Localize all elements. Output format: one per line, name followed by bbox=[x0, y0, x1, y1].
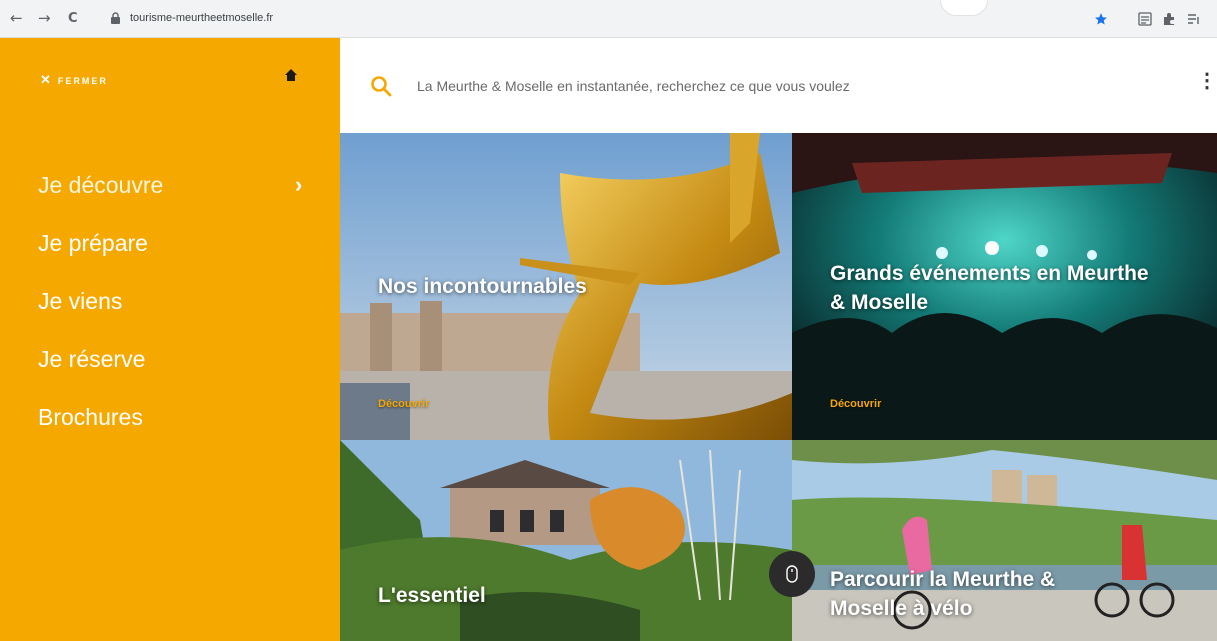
tile-title: Nos incontournables bbox=[378, 275, 587, 298]
menu-item-je-decouvre[interactable]: Je découvre bbox=[38, 156, 163, 214]
tile-parcourir-a-velo[interactable]: Parcourir la Meurthe & Moselle à vélo bbox=[792, 440, 1217, 641]
menu-item-je-reserve[interactable]: Je réserve bbox=[38, 330, 163, 388]
star-icon[interactable] bbox=[1094, 12, 1108, 26]
mouse-scroll-icon bbox=[786, 565, 798, 583]
tile-title: Parcourir la Meurthe & Moselle à vélo bbox=[830, 568, 1056, 620]
discover-link[interactable]: Découvrir bbox=[830, 398, 881, 410]
main-menu: Je découvre Je prépare Je viens Je réser… bbox=[38, 156, 163, 446]
menu-item-brochures[interactable]: Brochures bbox=[38, 388, 163, 446]
search-input[interactable] bbox=[417, 75, 1117, 97]
menu-item-je-viens[interactable]: Je viens bbox=[38, 272, 163, 330]
tile-title: Grands événements en Meurthe & Moselle bbox=[830, 262, 1149, 314]
menu-item-je-prepare[interactable]: Je prépare bbox=[38, 214, 163, 272]
reader-icon[interactable] bbox=[1138, 12, 1152, 26]
address-bar[interactable]: tourisme-meurtheetmoselle.fr bbox=[103, 6, 948, 32]
lock-icon bbox=[111, 12, 120, 24]
tile-grands-evenements[interactable]: Grands événements en Meurthe & Moselle D… bbox=[792, 133, 1217, 440]
address-url: tourisme-meurtheetmoselle.fr bbox=[130, 12, 274, 24]
side-menu: ✕ FERMER Je découvre Je prépare Je viens … bbox=[0, 38, 340, 641]
extensions-icon[interactable] bbox=[1162, 12, 1176, 26]
close-menu-button[interactable]: ✕ FERMER bbox=[40, 72, 108, 88]
reload-button[interactable]: C bbox=[68, 11, 78, 26]
search-bar: ⋮ bbox=[340, 38, 1217, 133]
close-label: FERMER bbox=[57, 76, 108, 86]
close-icon: ✕ bbox=[40, 72, 53, 87]
playlist-icon[interactable] bbox=[1187, 12, 1201, 26]
forward-button[interactable]: → bbox=[38, 9, 51, 27]
garden-image bbox=[340, 440, 792, 641]
tile-nos-incontournables[interactable]: Nos incontournables Découvrir bbox=[340, 133, 792, 440]
browser-toolbar: ← → C tourisme-meurtheetmoselle.fr bbox=[0, 0, 1217, 38]
chevron-right-icon[interactable]: › bbox=[295, 156, 302, 214]
back-button[interactable]: ← bbox=[10, 9, 23, 27]
discover-link[interactable]: Découvrir bbox=[378, 398, 429, 410]
home-icon[interactable] bbox=[284, 68, 298, 82]
tab-indicator bbox=[940, 0, 988, 16]
tile-title: L'essentiel bbox=[378, 584, 486, 607]
more-options-icon[interactable]: ⋮ bbox=[1197, 71, 1217, 91]
tile-essentiel[interactable]: L'essentiel bbox=[340, 440, 792, 641]
search-icon[interactable] bbox=[370, 75, 392, 97]
scroll-button[interactable] bbox=[769, 551, 815, 597]
